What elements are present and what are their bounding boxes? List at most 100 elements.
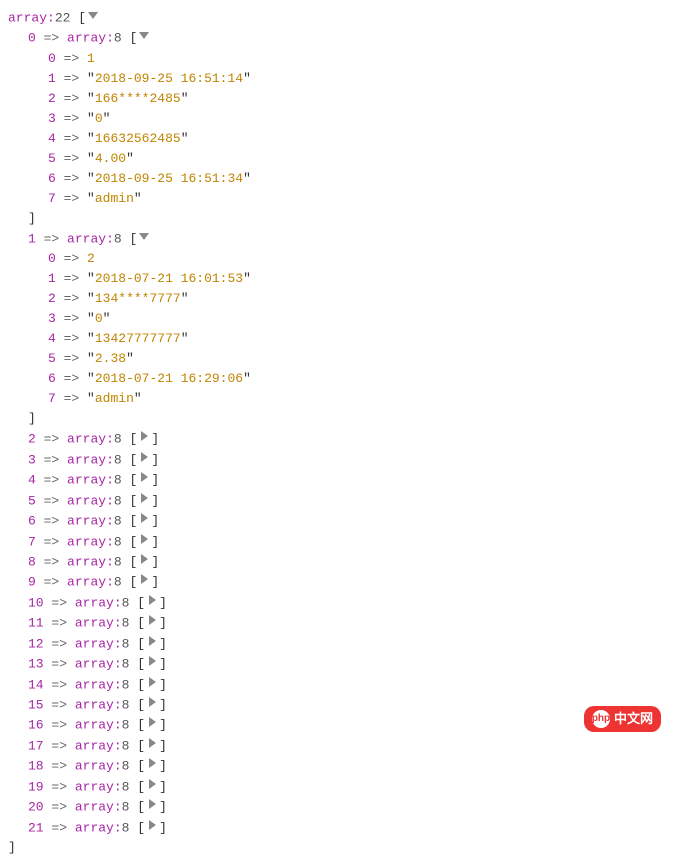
array-item: 5 => "2.38": [8, 349, 669, 369]
array-entry-collapsed: 14 => array:8 []: [8, 675, 669, 695]
array-item: 0 => 2: [8, 249, 669, 269]
expand-toggle-icon[interactable]: [137, 429, 151, 449]
array-label: array: [67, 575, 106, 590]
watermark-logo: php: [592, 710, 610, 728]
array-label: array: [67, 432, 106, 447]
array-count: 8: [122, 800, 130, 815]
array-label: array: [75, 718, 114, 733]
expand-toggle-icon[interactable]: [145, 675, 159, 695]
value-string: 16632562485: [95, 131, 181, 146]
array-entry-collapsed: 8 => array:8 []: [8, 552, 669, 572]
item-key: 2: [48, 91, 56, 106]
array-entry-collapsed: 6 => array:8 []: [8, 511, 669, 531]
expand-toggle-icon[interactable]: [137, 450, 151, 470]
array-entry-collapsed: 15 => array:8 []: [8, 695, 669, 715]
array-item: 1 => "2018-09-25 16:51:14": [8, 69, 669, 89]
array-key: 3: [28, 452, 36, 467]
expand-toggle-icon[interactable]: [145, 654, 159, 674]
array-count: 8: [122, 677, 130, 692]
value-string: 166****2485: [95, 91, 181, 106]
array-entry-collapsed: 9 => array:8 []: [8, 572, 669, 592]
expand-toggle-icon[interactable]: [145, 715, 159, 735]
array-label: array: [75, 677, 114, 692]
value-string: admin: [95, 391, 134, 406]
item-key: 7: [48, 391, 56, 406]
array-key: 15: [28, 697, 44, 712]
expand-toggle-icon[interactable]: [145, 818, 159, 838]
array-count: 8: [122, 657, 130, 672]
array-label: array: [67, 452, 106, 467]
expand-toggle-icon[interactable]: [137, 491, 151, 511]
expand-toggle-icon[interactable]: [145, 593, 159, 613]
expand-toggle-icon[interactable]: [145, 797, 159, 817]
array-key: 6: [28, 514, 36, 529]
array-count: 8: [114, 514, 122, 529]
array-count: 8: [122, 616, 130, 631]
expand-toggle-icon[interactable]: [137, 552, 151, 572]
value-string: 0: [95, 311, 103, 326]
expand-toggle-icon[interactable]: [137, 532, 151, 552]
collapse-toggle-icon[interactable]: [137, 28, 151, 48]
array-count: 8: [114, 452, 122, 467]
expand-toggle-icon[interactable]: [137, 572, 151, 592]
array-label: array: [67, 514, 106, 529]
array-entry-collapsed: 5 => array:8 []: [8, 491, 669, 511]
array-count: 8: [114, 575, 122, 590]
root-close-bracket: ]: [8, 838, 669, 858]
expand-toggle-icon[interactable]: [145, 695, 159, 715]
array-label: array: [67, 473, 106, 488]
array-key: 13: [28, 657, 44, 672]
root-array-line: array:22 [: [8, 8, 669, 28]
expand-toggle-icon[interactable]: [137, 511, 151, 531]
array-close-bracket: ]: [8, 409, 669, 429]
watermark-badge: php 中文网: [584, 706, 661, 732]
expand-toggle-icon[interactable]: [145, 777, 159, 797]
array-label: array: [75, 779, 114, 794]
array-key: 14: [28, 677, 44, 692]
var-dump-output: array:22 [0 => array:8 [0 => 11 => "2018…: [8, 8, 669, 858]
array-label: array: [75, 759, 114, 774]
expand-toggle-icon[interactable]: [145, 756, 159, 776]
array-item: 7 => "admin": [8, 389, 669, 409]
item-key: 1: [48, 271, 56, 286]
array-key: 1: [28, 231, 36, 246]
value-string: 2018-07-21 16:29:06: [95, 371, 243, 386]
array-item: 0 => 1: [8, 49, 669, 69]
array-count: 8: [114, 31, 122, 46]
array-entry-collapsed: 19 => array:8 []: [8, 777, 669, 797]
array-entry-collapsed: 21 => array:8 []: [8, 818, 669, 838]
collapse-toggle-icon[interactable]: [86, 8, 100, 28]
array-item: 4 => "13427777777": [8, 329, 669, 349]
item-key: 1: [48, 71, 56, 86]
array-count: 8: [122, 738, 130, 753]
watermark-text: 中文网: [614, 709, 653, 729]
item-key: 6: [48, 171, 56, 186]
array-key: 20: [28, 800, 44, 815]
array-item: 6 => "2018-09-25 16:51:34": [8, 169, 669, 189]
array-entry-collapsed: 18 => array:8 []: [8, 756, 669, 776]
array-label: array: [67, 493, 106, 508]
array-entry-header: 0 => array:8 [: [8, 28, 669, 48]
array-item: 4 => "16632562485": [8, 129, 669, 149]
array-count: 8: [114, 493, 122, 508]
array-key: 11: [28, 616, 44, 631]
collapse-toggle-icon[interactable]: [137, 229, 151, 249]
array-entry-header: 1 => array:8 [: [8, 229, 669, 249]
array-key: 2: [28, 432, 36, 447]
expand-toggle-icon[interactable]: [145, 634, 159, 654]
array-count: 8: [122, 595, 130, 610]
array-item: 6 => "2018-07-21 16:29:06": [8, 369, 669, 389]
array-label: array: [67, 534, 106, 549]
item-key: 5: [48, 351, 56, 366]
array-count: 8: [114, 554, 122, 569]
array-key: 16: [28, 718, 44, 733]
array-item: 3 => "0": [8, 109, 669, 129]
expand-toggle-icon[interactable]: [137, 470, 151, 490]
array-item: 7 => "admin": [8, 189, 669, 209]
array-entry-collapsed: 12 => array:8 []: [8, 634, 669, 654]
array-key: 18: [28, 759, 44, 774]
expand-toggle-icon[interactable]: [145, 613, 159, 633]
array-entry-collapsed: 11 => array:8 []: [8, 613, 669, 633]
expand-toggle-icon[interactable]: [145, 736, 159, 756]
array-item: 3 => "0": [8, 309, 669, 329]
